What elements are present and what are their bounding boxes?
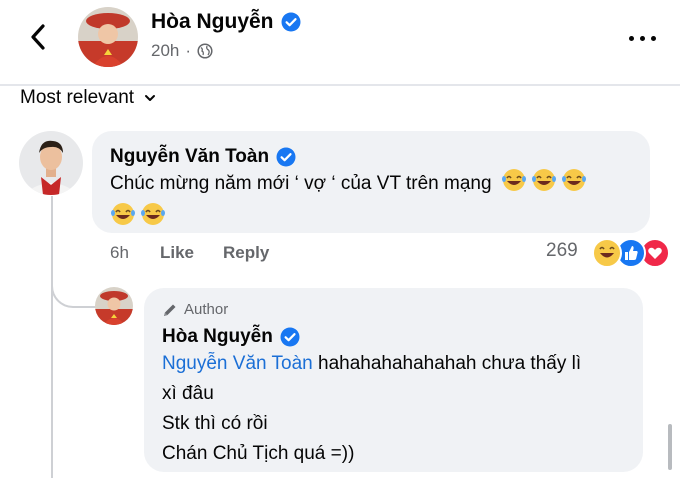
reply-author-avatar[interactable] bbox=[95, 287, 133, 325]
laughing-emoji-icon bbox=[140, 202, 166, 236]
reaction-summary[interactable] bbox=[592, 238, 672, 268]
laughing-emoji-icon bbox=[531, 168, 557, 202]
comment-text: Chúc mừng năm mới ‘ vợ ‘ của VT trên mạn… bbox=[110, 168, 640, 236]
sort-label: Most relevant bbox=[20, 87, 135, 108]
reply-author[interactable]: Hòa Nguyễn bbox=[162, 326, 300, 348]
post-time[interactable]: 20h bbox=[151, 41, 179, 61]
reply-button[interactable]: Reply bbox=[223, 243, 269, 263]
reply-line-2: xì đâu bbox=[162, 383, 214, 404]
comment-author-name[interactable]: Nguyễn Văn Toàn bbox=[110, 146, 269, 168]
pencil-icon bbox=[164, 304, 176, 316]
reply-line-1: hahahahahahahah chưa thấy lì bbox=[312, 353, 582, 374]
reply-text: Nguyễn Văn Toàn hahahahahahahah chưa thấ… bbox=[162, 349, 632, 469]
post-author-avatar[interactable] bbox=[78, 7, 138, 67]
chevron-down-icon bbox=[145, 95, 156, 101]
comment-sort-dropdown[interactable]: Most relevant bbox=[20, 86, 156, 110]
post-meta: 20h · bbox=[151, 41, 213, 61]
reply-line-4: Chán Chủ Tịch quá =)) bbox=[162, 443, 355, 464]
comment-time[interactable]: 6h bbox=[110, 243, 129, 263]
laughing-emoji-icon bbox=[561, 168, 587, 202]
author-badge: Author bbox=[162, 301, 228, 318]
post-author[interactable]: Hòa Nguyễn bbox=[151, 10, 301, 34]
mention-link[interactable]: Nguyễn Văn Toàn bbox=[162, 353, 313, 374]
more-horizontal-icon bbox=[626, 28, 659, 46]
back-button[interactable] bbox=[20, 20, 56, 54]
post-author-name[interactable]: Hòa Nguyễn bbox=[151, 10, 274, 34]
thread-line bbox=[51, 196, 53, 478]
comment-body: Chúc mừng năm mới ‘ vợ ‘ của VT trên mạn… bbox=[110, 173, 492, 194]
reply-line-3: Stk thì có rồi bbox=[162, 413, 268, 434]
chevron-left-icon bbox=[31, 24, 45, 50]
verified-badge-icon bbox=[276, 147, 296, 167]
globe-icon bbox=[197, 43, 213, 59]
commenter-avatar[interactable] bbox=[19, 131, 83, 195]
reply-author-name[interactable]: Hòa Nguyễn bbox=[162, 326, 273, 348]
more-options-button[interactable] bbox=[620, 22, 664, 52]
scrollbar[interactable] bbox=[668, 424, 672, 470]
author-badge-label: Author bbox=[184, 301, 229, 318]
reaction-count[interactable]: 269 bbox=[546, 240, 578, 262]
like-button[interactable]: Like bbox=[160, 243, 194, 263]
laughing-emoji-icon bbox=[501, 168, 527, 202]
laughing-emoji-icon bbox=[110, 202, 136, 236]
haha-reaction-icon bbox=[592, 238, 622, 268]
verified-badge-icon bbox=[281, 12, 301, 32]
verified-badge-icon bbox=[280, 327, 300, 347]
thread-connector bbox=[51, 270, 97, 308]
comment-author[interactable]: Nguyễn Văn Toàn bbox=[110, 146, 296, 168]
